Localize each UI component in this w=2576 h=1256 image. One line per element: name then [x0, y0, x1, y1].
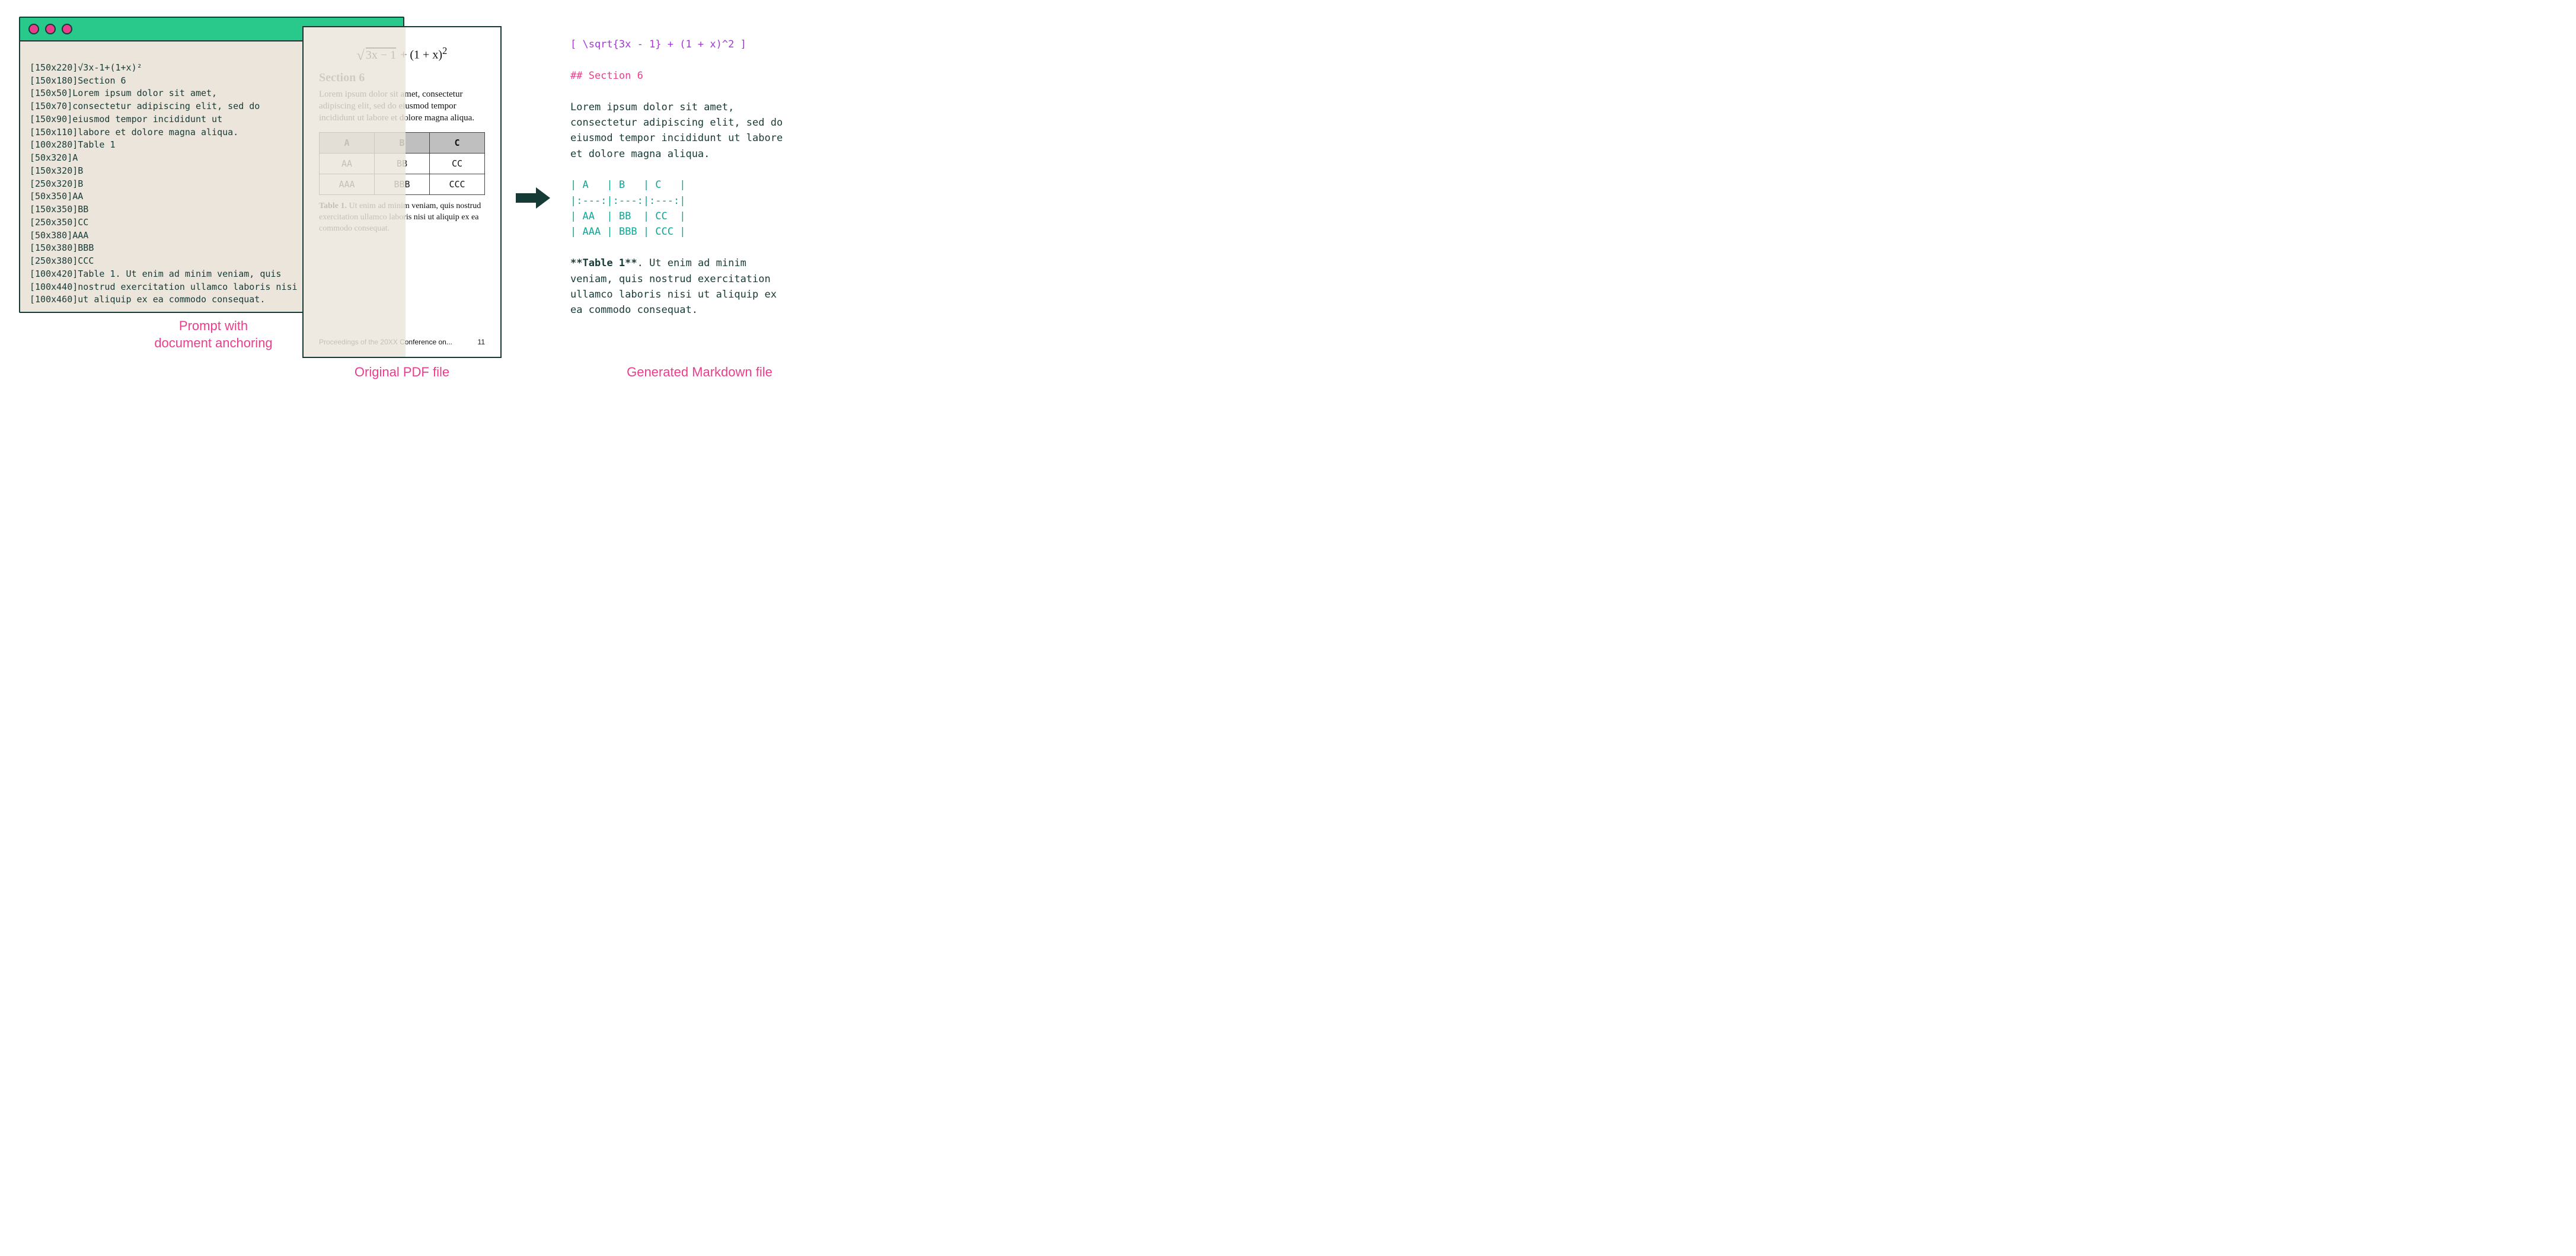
- prompt-line: [100x420]Table 1. Ut enim ad minim venia…: [30, 269, 281, 279]
- prompt-line: [150x70]consectetur adipiscing elit, sed…: [30, 101, 260, 111]
- table-cell: BBB: [375, 174, 430, 195]
- pdf-table: A B C AA BB CC AAA BBB CCC: [319, 132, 485, 195]
- pdf-footer-page: 11: [478, 338, 485, 346]
- table-header: A: [320, 133, 375, 154]
- prompt-line: [150x50]Lorem ipsum dolor sit amet,: [30, 88, 217, 98]
- md-caption-rest: . Ut enim ad minim: [637, 257, 746, 269]
- md-caption-line: veniam, quis nostrud exercitation: [570, 273, 771, 285]
- prompt-line: [250x380]CCC: [30, 255, 94, 266]
- prompt-line: [150x220]√3x-1+(1+x)²: [30, 62, 142, 73]
- pdf-body-text: Lorem ipsum dolor sit amet, consectetur …: [319, 88, 485, 124]
- formula-exp: 2: [442, 45, 447, 56]
- prompt-line: [100x280]Table 1: [30, 139, 116, 150]
- caption-markdown: Generated Markdown file: [587, 364, 812, 381]
- md-para-line: et dolore magna aliqua.: [570, 148, 710, 160]
- md-table-line: | AA | BB | CC |: [570, 210, 685, 222]
- table-cell: AAA: [320, 174, 375, 195]
- md-caption-bold: **Table 1**: [570, 257, 637, 269]
- pdf-heading: Section 6: [319, 71, 485, 85]
- caption-pdf: Original PDF file: [325, 364, 479, 381]
- md-caption-line: ea commodo consequat.: [570, 304, 698, 316]
- pdf-footer-left: Proceedings of the 20XX Conference on...: [319, 338, 452, 346]
- table-header: B: [375, 133, 430, 154]
- arrow-right-icon: [516, 186, 551, 212]
- pdf-page: √3x − 1 + (1 + x)2 Section 6 Lorem ipsum…: [302, 26, 502, 358]
- pdf-caption-label: Table 1.: [319, 202, 347, 210]
- prompt-line: [50x350]AA: [30, 191, 83, 202]
- table-row: AA BB CC: [320, 154, 485, 174]
- table-row: A B C: [320, 133, 485, 154]
- table-header: C: [430, 133, 485, 154]
- formula-sqrt-inner: 3x − 1: [365, 49, 397, 62]
- prompt-line: [250x320]B: [30, 178, 83, 189]
- prompt-line: [150x90]eiusmod tempor incididunt ut: [30, 114, 222, 124]
- traffic-light-close-icon: [28, 24, 39, 34]
- markdown-output: [ \sqrt{3x - 1} + (1 + x)^2 ] ## Section…: [570, 21, 831, 318]
- md-heading: ## Section 6: [570, 70, 643, 82]
- pdf-caption: Table 1. Ut enim ad minim veniam, quis n…: [319, 201, 485, 235]
- table-cell: CCC: [430, 174, 485, 195]
- md-para-line: consectetur adipiscing elit, sed do: [570, 117, 783, 129]
- formula-rest: + (1 + x): [397, 49, 442, 62]
- prompt-line: [150x380]BBB: [30, 242, 94, 253]
- caption-line: document anchoring: [154, 335, 272, 350]
- prompt-line: [50x380]AAA: [30, 230, 88, 241]
- md-table-line: | A | B | C |: [570, 179, 685, 191]
- md-caption-line: **Table 1**. Ut enim ad minim: [570, 257, 746, 269]
- prompt-line: [150x110]labore et dolore magna aliqua.: [30, 127, 238, 138]
- md-math: [ \sqrt{3x - 1} + (1 + x)^2 ]: [570, 39, 746, 50]
- traffic-light-min-icon: [45, 24, 56, 34]
- table-cell: CC: [430, 154, 485, 174]
- pdf-footer: Proceedings of the 20XX Conference on...…: [319, 338, 485, 346]
- table-cell: BB: [375, 154, 430, 174]
- md-para-line: Lorem ipsum dolor sit amet,: [570, 101, 734, 113]
- table-cell: AA: [320, 154, 375, 174]
- prompt-line: [150x350]BB: [30, 204, 88, 215]
- md-para-line: eiusmod tempor incididunt ut labore: [570, 132, 783, 144]
- prompt-line: [150x180]Section 6: [30, 75, 126, 86]
- pdf-formula: √3x − 1 + (1 + x)2: [319, 45, 485, 63]
- md-caption-line: ullamco laboris nisi ut aliquip ex: [570, 289, 777, 301]
- prompt-line: [250x350]CC: [30, 217, 88, 228]
- prompt-line: [50x320]A: [30, 152, 78, 163]
- prompt-line: [100x460]ut aliquip ex ea commodo conseq…: [30, 294, 265, 305]
- traffic-light-max-icon: [62, 24, 72, 34]
- table-row: AAA BBB CCC: [320, 174, 485, 195]
- prompt-line: [100x440]nostrud exercitation ullamco la…: [30, 282, 298, 292]
- md-table-line: | AAA | BBB | CCC |: [570, 226, 685, 238]
- prompt-line: [150x320]B: [30, 165, 83, 176]
- md-table-line: |:---:|:---:|:---:|: [570, 195, 685, 207]
- sqrt-icon: √: [357, 48, 365, 63]
